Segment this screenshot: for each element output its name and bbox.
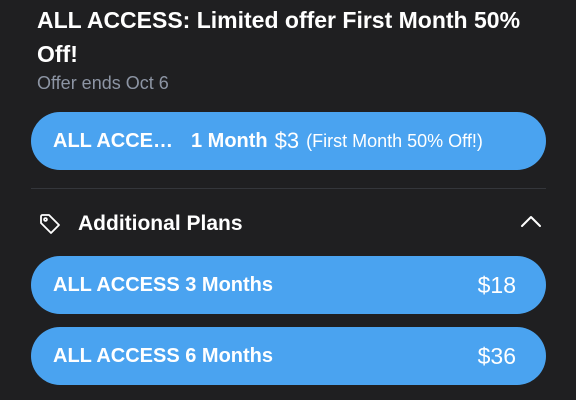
plan-name: ALL ACCESS 3 Months <box>53 273 274 296</box>
plan-name: ALL ACCE… <box>53 129 173 152</box>
plan-note: (First Month 50% Off!) <box>306 130 483 151</box>
tag-icon <box>38 212 62 236</box>
plan-button-6-months[interactable]: ALL ACCESS 6 Months $36 <box>31 327 546 385</box>
plan-name: ALL ACCESS 6 Months <box>53 344 274 367</box>
plan-button-1-month[interactable]: ALL ACCE… 1 Month $3 (First Month 50% Of… <box>31 112 546 170</box>
plan-price: $18 <box>477 271 516 298</box>
plan-duration: 1 Month <box>191 129 268 152</box>
plan-price: $3 <box>274 128 300 153</box>
offer-title: ALL ACCESS: Limited offer First Month 50… <box>37 7 521 67</box>
chevron-up-icon[interactable] <box>520 214 542 230</box>
plan-price: $36 <box>477 342 516 369</box>
subscription-offer-screen: ALL ACCESS: Limited offer First Month 50… <box>0 0 576 400</box>
plan-button-3-months[interactable]: ALL ACCESS 3 Months $18 <box>31 256 546 314</box>
section-divider <box>31 188 546 189</box>
additional-plans-title: Additional Plans <box>78 212 243 235</box>
additional-plans-header[interactable]: Additional Plans <box>38 205 546 243</box>
offer-ends-text: Offer ends Oct 6 <box>37 73 169 93</box>
